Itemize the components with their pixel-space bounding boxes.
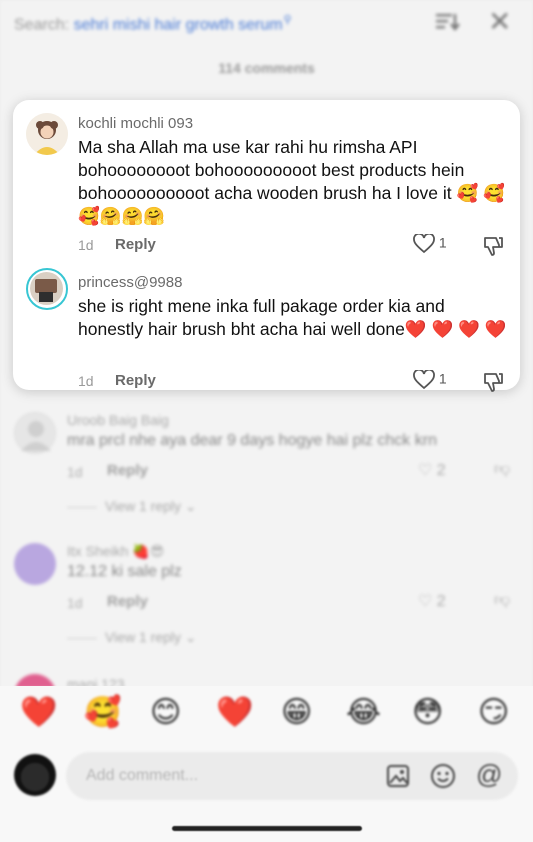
- reply-button[interactable]: Reply: [107, 593, 148, 610]
- comment-input-placeholder: Add comment...: [86, 767, 199, 784]
- emoji-button[interactable]: 🥰: [84, 698, 121, 728]
- thumbs-down-icon[interactable]: [482, 371, 504, 393]
- comment-time: 1d: [78, 237, 94, 253]
- thumbs-down-icon[interactable]: 👎︎: [494, 591, 510, 610]
- search-context[interactable]: Search: sehri mishi hair growth serum⚲: [14, 13, 292, 34]
- heart-outline-icon: ♡: [418, 462, 433, 479]
- search-header: Search: sehri mishi hair growth serum⚲ ✕: [0, 0, 533, 44]
- close-icon[interactable]: ✕: [488, 8, 511, 36]
- comment-text: Ma sha Allah ma use kar rahi hu rimsha A…: [78, 137, 505, 226]
- search-query-link[interactable]: sehri mishi hair growth serum: [74, 16, 283, 33]
- avatar[interactable]: [26, 113, 68, 155]
- at-sign-icon[interactable]: @: [476, 761, 502, 787]
- view-replies-button[interactable]: View 1 reply ⌄: [67, 498, 197, 515]
- reply-button[interactable]: Reply: [115, 372, 156, 389]
- like-count: 2: [436, 593, 446, 610]
- sort-icon[interactable]: [434, 11, 460, 33]
- comment-username[interactable]: kochli mochli 093: [78, 115, 193, 132]
- emoji-quick-bar: ❤️ 🥰 😊 ❤️ 😁 😂 😳 😏: [0, 686, 533, 746]
- heart-outline-icon: [413, 368, 435, 390]
- comment-time: 1d: [67, 595, 83, 611]
- reply-button[interactable]: Reply: [115, 236, 156, 253]
- comment-input[interactable]: Add comment... @: [66, 752, 518, 800]
- comment-text: she is right mene inka full pakage order…: [78, 296, 507, 339]
- avatar[interactable]: [14, 412, 56, 454]
- heart-outline-icon: ♡: [418, 593, 433, 610]
- like-button[interactable]: ♡ 2: [418, 460, 446, 480]
- view-replies-label: View 1 reply: [105, 498, 182, 514]
- current-user-avatar: [14, 754, 56, 796]
- emoji-button[interactable]: 😁: [281, 698, 312, 728]
- reply-button[interactable]: Reply: [107, 462, 148, 479]
- like-count: 1: [438, 234, 447, 251]
- emoji-button[interactable]: 😳: [412, 698, 443, 728]
- comment-composer: Add comment... @: [0, 746, 533, 842]
- like-button[interactable]: 1: [413, 368, 463, 390]
- thumbs-down-icon[interactable]: [482, 235, 504, 257]
- image-icon[interactable]: [386, 764, 410, 788]
- like-count: 1: [438, 370, 447, 387]
- comment-item: Uroob Baig Baig mra prcl nhe aya dear 9 …: [0, 412, 533, 532]
- comment-username[interactable]: Uroob Baig Baig: [67, 412, 169, 428]
- search-prefix: Search:: [14, 16, 70, 34]
- like-button[interactable]: ♡ 2: [418, 591, 446, 611]
- divider: [67, 637, 97, 639]
- view-replies-button[interactable]: View 1 reply ⌄: [67, 629, 197, 646]
- emoji-button[interactable]: 😂: [346, 698, 381, 728]
- view-replies-label: View 1 reply: [105, 629, 182, 645]
- like-button[interactable]: 1: [413, 232, 463, 254]
- comment-text: 12.12 ki sale plz: [67, 563, 182, 580]
- highlighted-comments-card: kochli mochli 093 Ma sha Allah ma use ka…: [13, 100, 520, 393]
- comment-username[interactable]: princess@9988: [78, 274, 182, 291]
- emoji-button[interactable]: 😊: [150, 698, 181, 728]
- avatar[interactable]: [14, 543, 56, 585]
- comment-item: Itx Sheikh 🍓😎 12.12 ki sale plz 1d Reply…: [0, 543, 533, 663]
- emoji-button[interactable]: 😏: [478, 698, 509, 728]
- smiley-icon[interactable]: [430, 763, 456, 789]
- comment-time: 1d: [67, 464, 83, 480]
- thumbs-down-icon[interactable]: 👎︎: [494, 460, 510, 479]
- comment-count: 114 comments: [218, 60, 315, 76]
- emoji-button[interactable]: ❤️: [20, 698, 57, 728]
- heart-outline-icon: [413, 232, 435, 254]
- search-icon: ⚲: [283, 14, 292, 26]
- comment-username[interactable]: Itx Sheikh 🍓😎: [67, 543, 164, 560]
- comment-text: mra prcl nhe aya dear 9 days hogye hai p…: [67, 432, 437, 449]
- avatar[interactable]: [26, 268, 68, 310]
- like-count: 2: [436, 462, 446, 479]
- emoji-button[interactable]: ❤️: [216, 698, 253, 728]
- divider: [67, 506, 97, 508]
- home-indicator: [172, 826, 362, 831]
- comment-time: 1d: [78, 373, 94, 389]
